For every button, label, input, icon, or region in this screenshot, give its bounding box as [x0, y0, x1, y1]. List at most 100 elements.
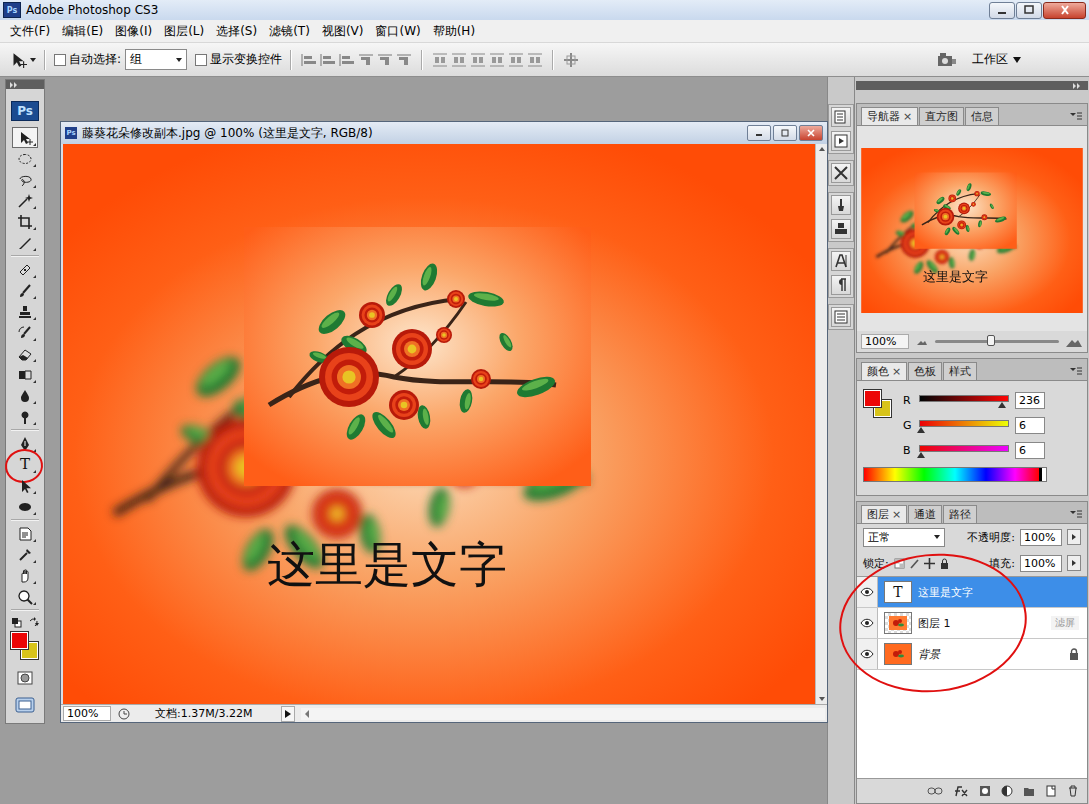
layer-name[interactable]: 这里是文字 [918, 585, 973, 600]
color-spectrum[interactable] [863, 467, 1047, 482]
visibility-toggle[interactable] [857, 608, 878, 638]
distribute-icon[interactable] [526, 52, 544, 68]
blend-mode-dropdown[interactable]: 正常 [863, 528, 945, 547]
channel-slider[interactable] [919, 444, 1009, 456]
align-icon[interactable] [319, 52, 337, 68]
gradient-tool[interactable] [12, 364, 38, 385]
document-maximize-button[interactable] [773, 125, 797, 141]
panel-menu-icon[interactable] [1069, 509, 1083, 519]
visibility-toggle[interactable] [857, 639, 878, 669]
zoom-tool[interactable] [12, 586, 38, 607]
navigator-thumbnail[interactable]: 这里是文字 [861, 148, 1083, 313]
panel-tab[interactable]: 导航器× [861, 107, 918, 125]
layer-row[interactable]: 背景 [857, 639, 1087, 670]
document-title-bar[interactable]: Ps藤葵花朵修改副本.jpg @ 100% (这里是文字, RGB/8) [61, 122, 827, 144]
zoom-in-icon[interactable] [1065, 336, 1083, 348]
auto-select-checkbox[interactable]: 自动选择: [54, 51, 121, 68]
menu-item[interactable]: 窗口(W) [369, 21, 426, 42]
notes-tool[interactable] [12, 523, 38, 544]
panel-menu-icon[interactable] [1069, 366, 1083, 376]
group-icon[interactable] [1023, 785, 1035, 797]
scroll-left-icon[interactable] [303, 709, 311, 719]
lock-pixels-icon[interactable] [909, 558, 920, 569]
shape-tool[interactable] [12, 496, 38, 517]
image-canvas[interactable]: 这里是文字 [63, 144, 815, 704]
clone-source-button[interactable] [831, 219, 851, 239]
maximize-button[interactable] [1016, 2, 1042, 19]
panel-tab[interactable]: 色板 [908, 362, 942, 380]
menu-item[interactable]: 视图(V) [316, 21, 370, 42]
align-icon[interactable] [338, 52, 356, 68]
slider-track[interactable] [919, 395, 1009, 402]
document-minimize-button[interactable] [747, 125, 771, 141]
channel-value-field[interactable]: 236 [1015, 392, 1045, 409]
slice-tool[interactable] [12, 232, 38, 253]
status-info-icon[interactable] [117, 708, 131, 720]
text-tool[interactable]: T [12, 454, 38, 475]
lock-position-icon[interactable] [924, 558, 935, 569]
navigator-zoom-slider[interactable] [935, 340, 1059, 343]
move-tool[interactable] [12, 127, 38, 148]
panel-tab[interactable]: 路径 [943, 505, 977, 523]
scroll-up-icon[interactable] [817, 144, 827, 154]
panel-tab[interactable]: 直方图 [919, 107, 964, 125]
opacity-field[interactable]: 100% [1020, 529, 1062, 546]
toolbox-header[interactable] [6, 80, 44, 89]
lock-all-icon[interactable] [939, 558, 950, 569]
tab-close-button[interactable]: × [903, 110, 912, 123]
horizontal-scrollbar[interactable] [301, 708, 825, 720]
lasso-tool[interactable] [12, 169, 38, 190]
vertical-scrollbar[interactable] [815, 144, 827, 704]
channel-slider[interactable] [919, 394, 1009, 406]
checkbox[interactable] [195, 54, 207, 66]
lock-transparency-icon[interactable] [894, 558, 905, 569]
zoom-field[interactable]: 100% [63, 706, 111, 721]
fill-slider-button[interactable] [1067, 555, 1081, 571]
trash-icon[interactable] [1067, 785, 1079, 797]
eyedropper-tool[interactable] [12, 544, 38, 565]
wand-tool[interactable] [12, 190, 38, 211]
adjustment-icon[interactable] [1001, 785, 1013, 797]
canvas-text-layer[interactable]: 这里是文字 [267, 536, 507, 594]
pen-tool[interactable] [12, 433, 38, 454]
fill-field[interactable]: 100% [1020, 555, 1062, 572]
slider-track[interactable] [919, 420, 1009, 427]
paragraph-panel-button[interactable] [831, 275, 851, 295]
align-icon[interactable] [300, 52, 318, 68]
quick-mask-button[interactable] [12, 667, 38, 688]
brushes-panel-button[interactable] [831, 195, 851, 215]
distribute-icon[interactable] [507, 52, 525, 68]
visibility-toggle[interactable] [857, 577, 878, 607]
eraser-tool[interactable] [12, 343, 38, 364]
close-button[interactable] [1043, 2, 1086, 19]
panel-tab[interactable]: 通道 [908, 505, 942, 523]
menu-item[interactable]: 选择(S) [210, 21, 263, 42]
opacity-slider-button[interactable] [1067, 529, 1081, 545]
slider-thumb[interactable] [987, 335, 995, 346]
default-colors-icon[interactable] [11, 617, 22, 628]
fx-icon[interactable] [953, 785, 969, 797]
panel-tab[interactable]: 图层× [861, 505, 907, 523]
layer-name[interactable]: 背景 [918, 647, 940, 662]
foreground-color-swatch[interactable] [10, 631, 29, 650]
menu-item[interactable]: 编辑(E) [56, 21, 109, 42]
layer-row[interactable]: 图层 1滤屏 [857, 608, 1087, 639]
align-icon[interactable] [357, 52, 375, 68]
blur-tool[interactable] [12, 385, 38, 406]
navigator-zoom-field[interactable]: 100% [861, 334, 909, 349]
foreground-color-swatch[interactable] [863, 389, 882, 408]
marquee-tool[interactable] [12, 148, 38, 169]
scroll-down-icon[interactable] [817, 694, 827, 704]
menu-item[interactable]: 帮助(H) [427, 21, 481, 42]
new-layer-icon[interactable] [1045, 785, 1057, 797]
tab-close-button[interactable]: × [892, 508, 901, 521]
align-icon[interactable] [395, 52, 413, 68]
menu-item[interactable]: 滤镜(T) [263, 21, 316, 42]
checkbox[interactable] [54, 54, 66, 66]
distribute-icon[interactable] [450, 52, 468, 68]
slider-marker[interactable] [998, 402, 1006, 408]
auto-align-icon[interactable] [562, 52, 580, 68]
dodge-tool[interactable] [12, 406, 38, 427]
stamp-tool[interactable] [12, 301, 38, 322]
history-panel-button[interactable] [831, 107, 851, 127]
